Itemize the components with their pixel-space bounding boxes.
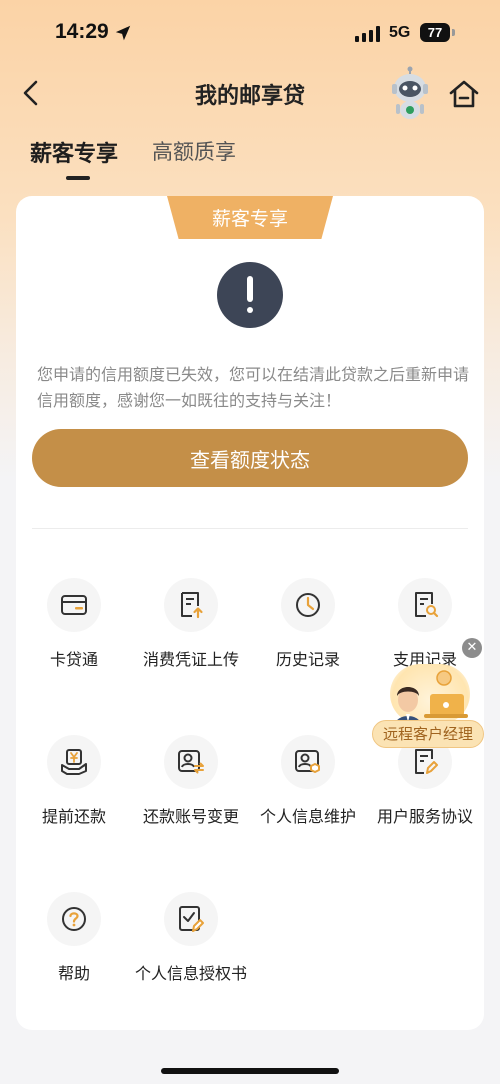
service-item-authorization[interactable]: 个人信息授权书 bbox=[131, 892, 251, 1002]
battery-icon: 77 bbox=[420, 23, 450, 42]
service-label: 个人信息授权书 bbox=[134, 964, 247, 983]
service-label: 用户服务协议 bbox=[376, 807, 473, 826]
service-item-card-loan[interactable]: 卡贷通 bbox=[14, 578, 134, 688]
tab-xinke[interactable]: 薪客专享 bbox=[30, 136, 118, 168]
authorization-icon bbox=[164, 892, 218, 946]
service-item-personal-info[interactable]: 个人信息维护 bbox=[248, 735, 368, 845]
service-item-account-change[interactable]: 还款账号变更 bbox=[131, 735, 251, 845]
network-type: 5G bbox=[389, 24, 411, 41]
service-item-help[interactable]: 帮助 bbox=[14, 892, 134, 1002]
help-icon bbox=[47, 892, 101, 946]
battery-cap bbox=[452, 29, 455, 36]
yuan-hand-icon bbox=[47, 735, 101, 789]
battery-level: 77 bbox=[427, 25, 443, 40]
status-bar: 14:29 5G 77 bbox=[0, 0, 500, 66]
manager-avatar-icon bbox=[394, 670, 468, 728]
id-card-icon bbox=[281, 735, 335, 789]
view-credit-status-button[interactable]: 查看额度状态 bbox=[32, 429, 468, 487]
alert-icon bbox=[217, 262, 283, 328]
status-time: 14:29 bbox=[55, 20, 109, 43]
home-indicator bbox=[161, 1068, 339, 1074]
clock-icon bbox=[281, 578, 335, 632]
card-icon bbox=[47, 578, 101, 632]
receipt-upload-icon bbox=[164, 578, 218, 632]
robot-assistant-icon[interactable] bbox=[386, 66, 434, 120]
location-arrow-icon bbox=[115, 25, 131, 41]
service-item-early-repayment[interactable]: 提前还款 bbox=[14, 735, 134, 845]
manager-label: 远程客户经理 bbox=[372, 720, 484, 748]
remote-manager-widget[interactable]: ✕ 远程客户经理 bbox=[372, 636, 488, 748]
cellular-signal-icon bbox=[355, 26, 380, 42]
account-switch-icon bbox=[164, 735, 218, 789]
status-message: 您申请的信用额度已失效，您可以在结清此贷款之后重新申请信用额度，感谢您一如既往的… bbox=[37, 365, 470, 410]
manager-close-button[interactable]: ✕ bbox=[462, 638, 482, 658]
home-icon[interactable] bbox=[447, 78, 481, 110]
divider bbox=[32, 528, 468, 529]
tab-active-indicator bbox=[66, 176, 90, 180]
service-item-receipt-upload[interactable]: 消费凭证上传 bbox=[131, 578, 251, 688]
service-item-history[interactable]: 历史记录 bbox=[248, 578, 368, 688]
tab-gaoe[interactable]: 高额质享 bbox=[152, 136, 236, 166]
card-ribbon: 薪客专享 bbox=[167, 196, 333, 239]
service-item-user-agreement[interactable]: 用户服务协议 bbox=[365, 735, 485, 845]
document-search-icon bbox=[398, 578, 452, 632]
